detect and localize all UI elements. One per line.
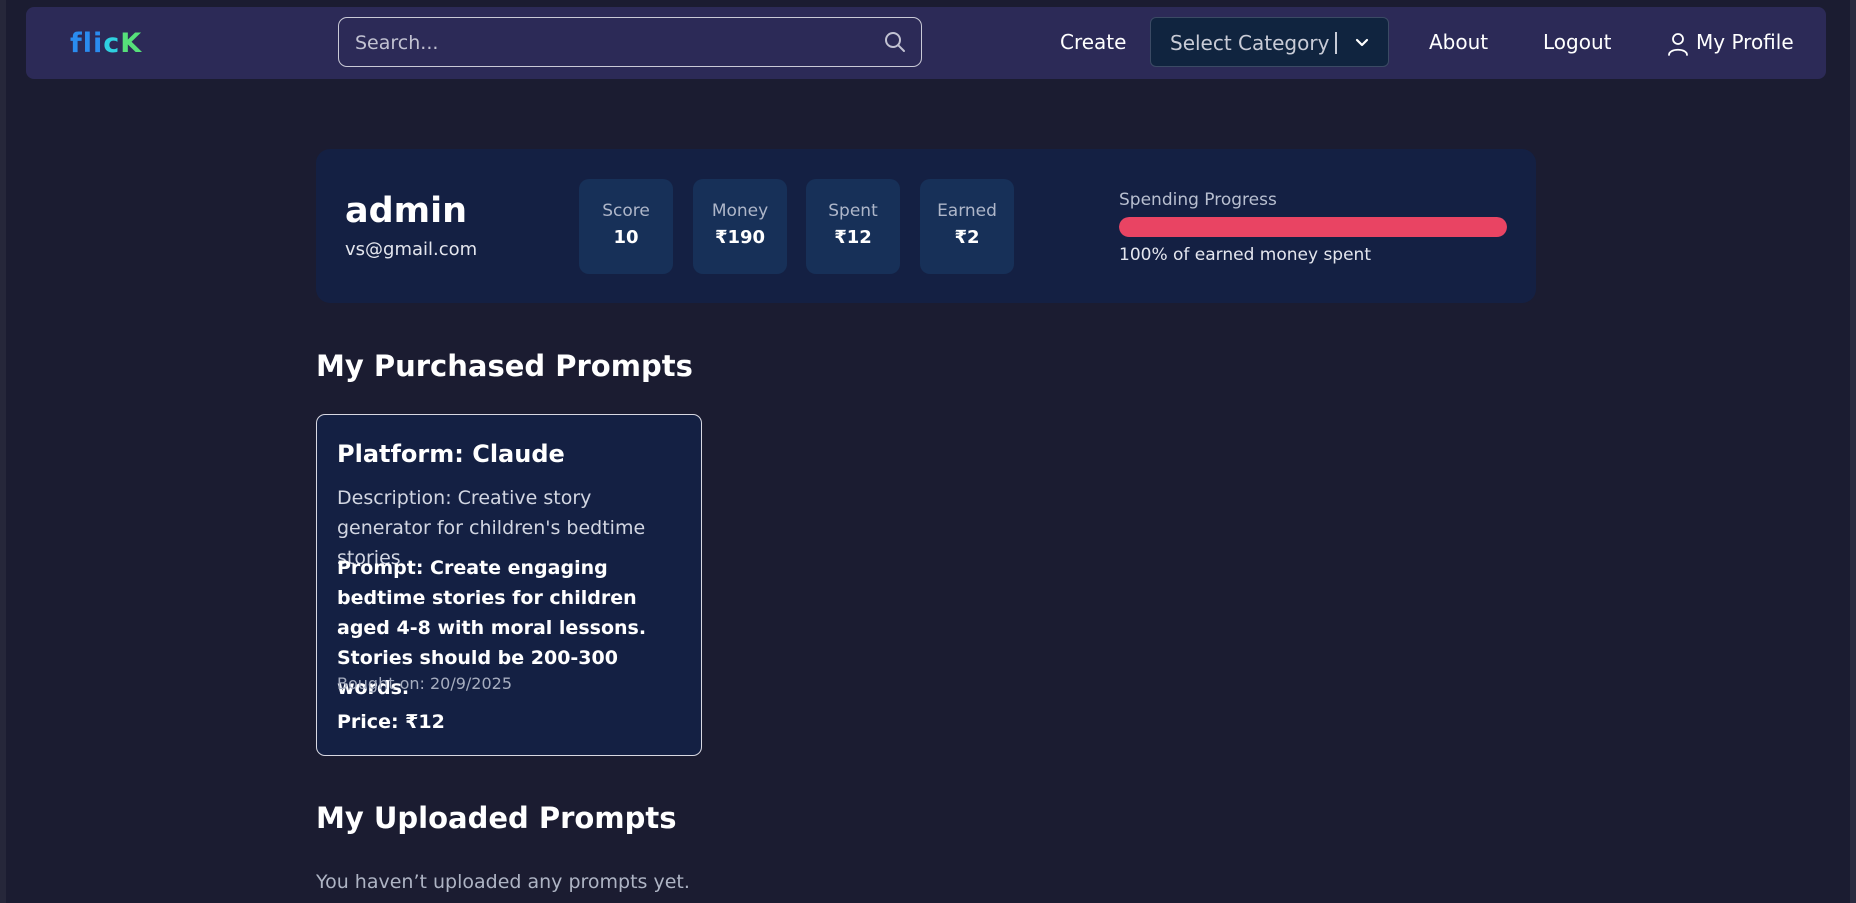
uploaded-prompts-heading: My Uploaded Prompts [316,801,677,835]
logo-text-part: fli [70,28,104,59]
stat-label: Money [711,201,769,221]
search-input[interactable] [353,18,857,67]
nav-logout-link[interactable]: Logout [1543,29,1611,55]
logo-text-part: K [120,28,143,59]
category-select[interactable]: Select Category [1150,17,1389,67]
stat-label: Earned [937,201,997,221]
category-divider [1335,32,1337,54]
window-left-edge [0,0,6,903]
stat-value: ₹190 [714,227,766,248]
stat-label: Score [602,201,650,221]
uploaded-empty-message: You haven’t uploaded any prompts yet. [316,871,690,893]
search-bar [338,17,922,67]
prompt-bought-date: Bought on: 20/9/2025 [337,674,513,693]
stat-value: ₹2 [954,227,980,248]
spending-progress-bar [1119,217,1507,237]
stat-value: 10 [613,227,639,248]
stat-spent: Spent ₹12 [806,179,900,274]
search-icon[interactable] [883,30,907,54]
scrollbar[interactable] [1850,0,1856,903]
stat-value: ₹12 [834,227,872,248]
nav-create-link[interactable]: Create [1060,29,1126,55]
prompt-platform: Platform: Claude [337,440,565,468]
chevron-down-icon[interactable] [1351,32,1373,54]
profile-username: admin [345,191,468,231]
spending-progress-fill [1119,217,1507,237]
stat-money: Money ₹190 [693,179,787,274]
flick-logo[interactable]: flicK [70,29,142,59]
prompt-price: Price: ₹12 [337,711,445,733]
profile-card: admin vs@gmail.com Score 10 Money ₹190 S… [316,149,1536,303]
logo-text-part: c [103,28,121,59]
stat-earned: Earned ₹2 [920,179,1014,274]
user-icon[interactable] [1667,32,1689,56]
navbar: flicK Create Select Category About Logou… [26,7,1826,79]
nav-my-profile-link[interactable]: My Profile [1696,29,1794,55]
category-select-label: Select Category [1170,31,1330,55]
nav-about-link[interactable]: About [1429,29,1488,55]
spending-progress-label: Spending Progress [1119,190,1277,210]
profile-email: vs@gmail.com [345,239,478,260]
stat-label: Spent [828,201,878,221]
spending-progress-text: 100% of earned money spent [1119,245,1371,265]
purchased-prompts-heading: My Purchased Prompts [316,349,693,383]
stat-score: Score 10 [579,179,673,274]
purchased-prompt-card[interactable]: Platform: Claude Description: Creative s… [316,414,702,756]
